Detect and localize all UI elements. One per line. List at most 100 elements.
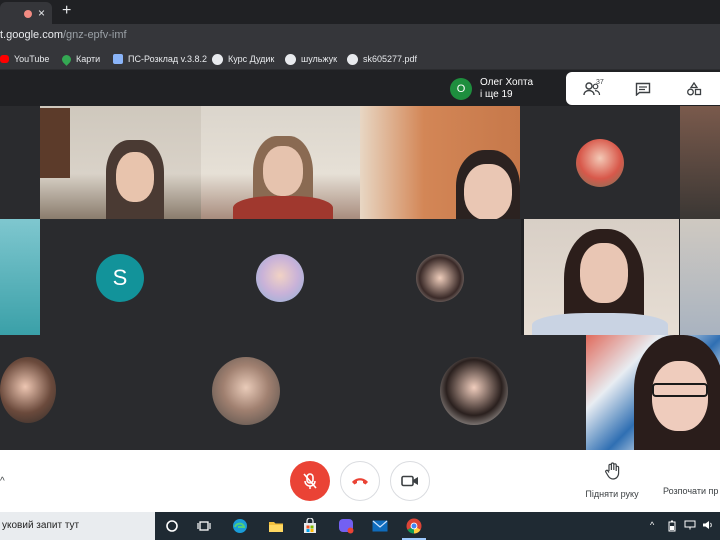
glasses bbox=[652, 383, 708, 397]
participant-face bbox=[116, 152, 154, 202]
chrome-icon bbox=[406, 518, 422, 534]
screen: × + t.google.com/gnz-epfv-imf YouTube Ка… bbox=[0, 0, 720, 540]
participant-avatar bbox=[256, 254, 304, 302]
chevron-up-icon[interactable]: ^ bbox=[0, 476, 5, 487]
chat-icon bbox=[635, 82, 650, 96]
youtube-icon bbox=[0, 55, 9, 63]
store-app[interactable] bbox=[302, 518, 318, 534]
edge-app[interactable] bbox=[232, 518, 248, 534]
raise-hand-label: Підняти руку bbox=[585, 489, 639, 499]
store-bag-icon bbox=[304, 518, 316, 533]
participant-avatar bbox=[576, 139, 624, 187]
schedule-icon bbox=[113, 54, 123, 64]
participant-shirt bbox=[532, 313, 668, 335]
presenter-info: Олег Хопта і ще 19 bbox=[480, 77, 533, 101]
video-tiles-row: S bbox=[40, 219, 521, 335]
url-path: /gnz-epfv-imf bbox=[62, 29, 127, 41]
video-tiles-row bbox=[0, 335, 586, 450]
globe-icon bbox=[347, 53, 358, 65]
bookmark-label: Курс Дудик bbox=[228, 54, 275, 64]
video-tile bbox=[40, 106, 201, 219]
task-view-button[interactable] bbox=[196, 518, 212, 534]
taskbar-search-box[interactable]: уковий запит тут bbox=[0, 512, 155, 540]
presenter-chip[interactable]: О Олег Хопта і ще 19 bbox=[446, 72, 564, 105]
chrome-app[interactable] bbox=[406, 518, 422, 534]
participant-avatar-letter: S bbox=[96, 254, 144, 302]
participant-face bbox=[580, 243, 628, 303]
bookmark-schedule[interactable]: ПС-Розклад v.3.8.2 bbox=[113, 52, 207, 66]
hang-up-icon bbox=[352, 478, 368, 485]
video-tile-edge bbox=[0, 106, 40, 219]
network-icon[interactable] bbox=[684, 520, 696, 532]
wall-picture bbox=[40, 108, 70, 178]
browser-tab-strip: × + bbox=[0, 0, 720, 24]
participant-avatar bbox=[212, 357, 280, 425]
new-tab-button[interactable]: + bbox=[62, 2, 71, 20]
mic-toggle-button[interactable] bbox=[290, 461, 330, 501]
participants-count: 37 bbox=[596, 79, 604, 86]
shapes-icon bbox=[686, 81, 701, 95]
bookmark-youtube[interactable]: YouTube bbox=[0, 52, 49, 66]
mic-off-icon bbox=[303, 473, 317, 489]
bookmark-pdf[interactable]: sk605277.pdf bbox=[347, 52, 417, 66]
video-tile-edge bbox=[680, 106, 720, 219]
tray-chevron-icon[interactable]: ^ bbox=[650, 520, 654, 532]
maps-pin-icon bbox=[60, 52, 73, 66]
windows-taskbar: уковий запит тут ^ bbox=[0, 512, 720, 540]
presenter-more: і ще 19 bbox=[480, 88, 513, 100]
participant-avatar bbox=[0, 357, 56, 423]
participant-face bbox=[464, 164, 512, 219]
bookmark-label: Карти bbox=[76, 54, 101, 64]
video-tile-edge bbox=[680, 219, 720, 335]
bookmarks-bar: YouTube Карти ПС-Розклад v.3.8.2 Курс Ду… bbox=[0, 48, 720, 70]
tab-close-icon[interactable]: × bbox=[38, 6, 45, 20]
bookmark-label: шульжук bbox=[301, 54, 338, 64]
presenter-name: Олег Хопта bbox=[480, 76, 534, 88]
viber-icon bbox=[339, 519, 354, 534]
cortana-button[interactable] bbox=[164, 518, 180, 534]
present-now-button[interactable]: Розпочати пр bbox=[663, 486, 718, 496]
browser-tab[interactable]: × bbox=[0, 2, 52, 24]
video-tile bbox=[524, 219, 679, 335]
bookmark-shulzhuk[interactable]: шульжук bbox=[285, 52, 337, 66]
bookmark-label: ПС-Розклад v.3.8.2 bbox=[128, 54, 208, 64]
mail-icon bbox=[372, 520, 388, 532]
raise-hand-icon bbox=[605, 462, 620, 480]
participant-avatar bbox=[416, 254, 464, 302]
participant-face bbox=[263, 146, 303, 196]
recording-dot-icon bbox=[24, 10, 32, 18]
participant-avatar bbox=[440, 357, 508, 425]
file-explorer-app[interactable] bbox=[268, 518, 284, 534]
address-bar[interactable]: t.google.com/gnz-epfv-imf bbox=[0, 24, 720, 48]
people-button[interactable]: 37 bbox=[566, 72, 617, 105]
url-text[interactable]: t.google.com/gnz-epfv-imf bbox=[0, 29, 127, 41]
presenter-avatar: О bbox=[450, 77, 472, 100]
video-tile-edge bbox=[0, 219, 40, 335]
globe-icon bbox=[212, 53, 223, 65]
folder-icon bbox=[269, 522, 283, 532]
video-tile bbox=[586, 335, 720, 450]
bookmark-kurs[interactable]: Курс Дудик bbox=[212, 52, 274, 66]
volume-icon[interactable] bbox=[702, 520, 714, 532]
camera-toggle-button[interactable] bbox=[390, 461, 430, 501]
task-view-icon bbox=[197, 521, 211, 531]
video-tile bbox=[201, 106, 360, 219]
mail-app[interactable] bbox=[372, 518, 388, 534]
chat-button[interactable] bbox=[617, 72, 668, 105]
edge-icon bbox=[233, 519, 247, 533]
raise-hand-button[interactable]: Підняти руку bbox=[572, 462, 652, 499]
globe-icon bbox=[285, 53, 296, 65]
video-tile-avatar bbox=[520, 106, 680, 219]
battery-icon[interactable] bbox=[668, 520, 676, 532]
video-tile bbox=[360, 106, 520, 219]
camera-icon bbox=[401, 475, 418, 487]
meeting-details-panel: 37 bbox=[566, 72, 720, 105]
participant-shirt bbox=[233, 196, 333, 219]
viber-app[interactable] bbox=[338, 518, 354, 534]
activities-button[interactable] bbox=[668, 72, 719, 105]
url-host: t.google.com bbox=[0, 29, 63, 41]
bookmark-maps[interactable]: Карти bbox=[60, 52, 101, 66]
end-call-button[interactable] bbox=[340, 461, 380, 501]
bookmark-label: YouTube bbox=[14, 54, 50, 64]
cortana-icon bbox=[166, 520, 178, 532]
